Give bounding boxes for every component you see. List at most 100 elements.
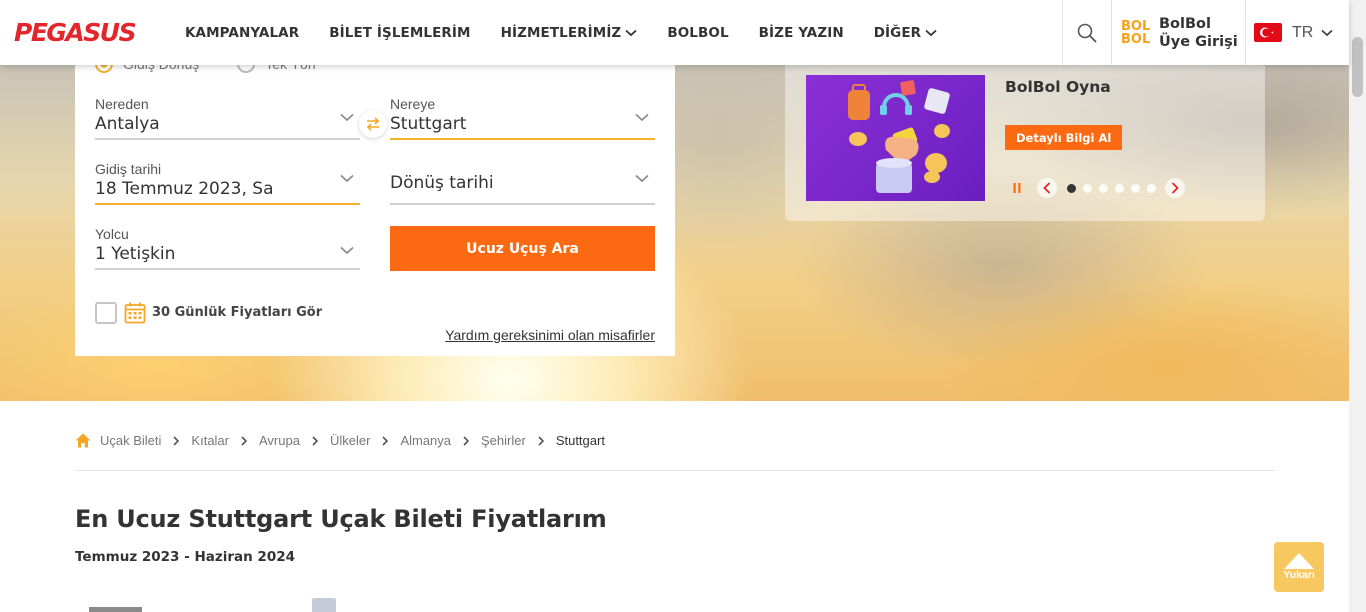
chevron-down-icon — [1321, 29, 1333, 36]
breadcrumb-item-sehirler[interactable]: Şehirler — [481, 433, 526, 448]
chevron-left-icon — [1043, 182, 1051, 194]
nav-label: DİĞER — [873, 24, 922, 41]
chevron-down-icon — [625, 29, 637, 36]
calendar-icon — [124, 302, 146, 324]
carousel-dot[interactable] — [1115, 183, 1124, 193]
show-30-day-prices-label[interactable]: 30 Günlük Fiyatları Gör — [152, 305, 322, 320]
breadcrumb: Uçak Bileti Kıtalar Avrupa Ülkeler Alman… — [75, 433, 605, 448]
promo-illustration — [848, 80, 950, 193]
passenger-label: Yolcu — [95, 226, 129, 242]
departure-date-field[interactable]: Gidiş tarihi 18 Temmuz 2023, Sa — [95, 161, 360, 205]
nav-item-bize-yazin[interactable]: BİZE YAZIN — [759, 25, 844, 41]
site-header: PEGASUS KAMPANYALAR BİLET İŞLEMLERİM HİZ… — [0, 0, 1349, 65]
return-date-placeholder: Dönüş tarihi — [390, 173, 494, 193]
chevron-right-icon — [1171, 182, 1179, 194]
nav-label: BOLBOL — [667, 24, 729, 41]
nav-item-diger[interactable]: DİĞER — [874, 25, 937, 41]
chevron-right-icon — [463, 435, 470, 446]
chevron-down-icon — [340, 246, 354, 255]
arrow-up-icon — [1284, 553, 1314, 569]
back-to-top-label: Yukarı — [1283, 569, 1315, 581]
carousel-prev-button[interactable] — [1037, 178, 1057, 198]
carousel-next-button[interactable] — [1165, 178, 1185, 198]
bolbol-logo-top: BOL — [1121, 18, 1151, 34]
show-30-day-prices-checkbox[interactable] — [95, 302, 117, 324]
section-divider — [75, 470, 1275, 471]
bolbol-login-button[interactable]: BOL BOL BolBol Üye Girişi — [1112, 0, 1246, 65]
nav-item-bilet-islemlerim[interactable]: BİLET İŞLEMLERİM — [329, 25, 470, 41]
nav-label: BİZE YAZIN — [758, 24, 844, 41]
chevron-down-icon — [340, 113, 354, 122]
search-flights-button[interactable]: Ucuz Uçuş Ara — [390, 226, 655, 271]
chevron-down-icon — [635, 113, 649, 122]
swap-arrows-icon — [366, 117, 380, 131]
nav-label: KAMPANYALAR — [185, 24, 300, 41]
carousel-dot[interactable] — [1147, 183, 1156, 193]
nav-label: HİZMETLERİMİZ — [500, 24, 622, 41]
page-title: En Ucuz Stuttgart Uçak Bileti Fiyatlarım — [75, 505, 607, 533]
main-nav: KAMPANYALAR BİLET İŞLEMLERİM HİZMETLERİM… — [185, 0, 967, 65]
origin-value: Antalya — [95, 114, 160, 134]
turkey-flag-icon — [1254, 23, 1282, 42]
nav-label: BİLET İŞLEMLERİM — [329, 24, 471, 41]
departure-date-value: 18 Temmuz 2023, Sa — [95, 179, 274, 199]
chevron-down-icon — [925, 29, 937, 36]
origin-field[interactable]: Nereden Antalya — [95, 96, 360, 140]
passenger-value: 1 Yetişkin — [95, 244, 176, 264]
destination-field[interactable]: Nereye Stuttgart — [390, 96, 655, 140]
promo-details-button[interactable]: Detaylı Bilgi Al — [1005, 125, 1123, 150]
search-icon — [1077, 23, 1097, 43]
bolbol-logo: BOL BOL — [1121, 20, 1155, 46]
carousel-controls — [1007, 178, 1195, 198]
passenger-field[interactable]: Yolcu 1 Yetişkin — [95, 226, 360, 270]
carousel-dot-active[interactable] — [1067, 183, 1076, 193]
bolbol-line2: Üye Girişi — [1159, 33, 1238, 50]
chevron-right-icon — [538, 435, 544, 446]
special-assistance-link[interactable]: Yardım gereksinimi olan misafirler — [445, 327, 655, 343]
breadcrumb-item-almanya[interactable]: Almanya — [400, 433, 451, 448]
chevron-right-icon — [241, 435, 247, 446]
chevron-right-icon — [382, 435, 389, 446]
language-code: TR — [1292, 23, 1314, 41]
language-selector[interactable]: TR — [1246, 0, 1349, 65]
chevron-down-icon — [635, 174, 649, 183]
flight-search-form: Gidiş Dönüş Tek Yön Nereden Antalya Nere… — [75, 55, 675, 356]
promo-image[interactable] — [806, 75, 985, 201]
back-to-top-button[interactable]: Yukarı — [1274, 542, 1324, 592]
breadcrumb-item-ulkeler[interactable]: Ülkeler — [330, 433, 370, 448]
nav-item-kampanyalar[interactable]: KAMPANYALAR — [185, 25, 299, 41]
price-tab-stub — [89, 607, 142, 612]
breadcrumb-item-avrupa[interactable]: Avrupa — [259, 433, 300, 448]
origin-label: Nereden — [95, 96, 149, 112]
home-icon[interactable] — [75, 433, 91, 448]
destination-value: Stuttgart — [390, 114, 467, 134]
carousel-dot[interactable] — [1131, 183, 1140, 193]
promo-title: BolBol Oyna — [1005, 78, 1111, 96]
chevron-right-icon — [312, 435, 318, 446]
carousel-dot[interactable] — [1083, 183, 1092, 193]
date-range-subtitle: Temmuz 2023 - Haziran 2024 — [75, 549, 295, 565]
destination-label: Nereye — [390, 96, 436, 112]
page-scrollbar[interactable] — [1349, 0, 1366, 612]
carousel-dot[interactable] — [1099, 183, 1108, 193]
pegasus-logo[interactable]: PEGASUS — [14, 18, 137, 47]
chevron-down-icon — [340, 174, 354, 183]
pause-icon — [1013, 183, 1021, 193]
swap-route-button[interactable] — [359, 110, 387, 138]
breadcrumb-item-current: Stuttgart — [555, 433, 605, 448]
bolbol-login-text: BolBol Üye Girişi — [1159, 15, 1238, 51]
promo-carousel: BolBol Oyna Detaylı Bilgi Al — [785, 65, 1265, 221]
price-bar-stub — [312, 598, 336, 612]
breadcrumb-item-kitalar[interactable]: Kıtalar — [191, 433, 229, 448]
bolbol-logo-bottom: BOL — [1121, 31, 1151, 47]
header-search-button[interactable] — [1062, 0, 1112, 65]
chevron-right-icon — [173, 435, 180, 446]
carousel-pause-button[interactable] — [1007, 178, 1027, 198]
return-date-field[interactable]: Dönüş tarihi — [390, 161, 655, 205]
nav-item-bolbol[interactable]: BOLBOL — [667, 25, 728, 41]
scrollbar-thumb[interactable] — [1352, 37, 1363, 97]
nav-item-hizmetlerimiz[interactable]: HİZMETLERİMİZ — [501, 25, 638, 41]
bolbol-line1: BolBol — [1159, 15, 1211, 32]
departure-date-label: Gidiş tarihi — [95, 161, 162, 177]
breadcrumb-item-ucak-bileti[interactable]: Uçak Bileti — [100, 433, 161, 448]
